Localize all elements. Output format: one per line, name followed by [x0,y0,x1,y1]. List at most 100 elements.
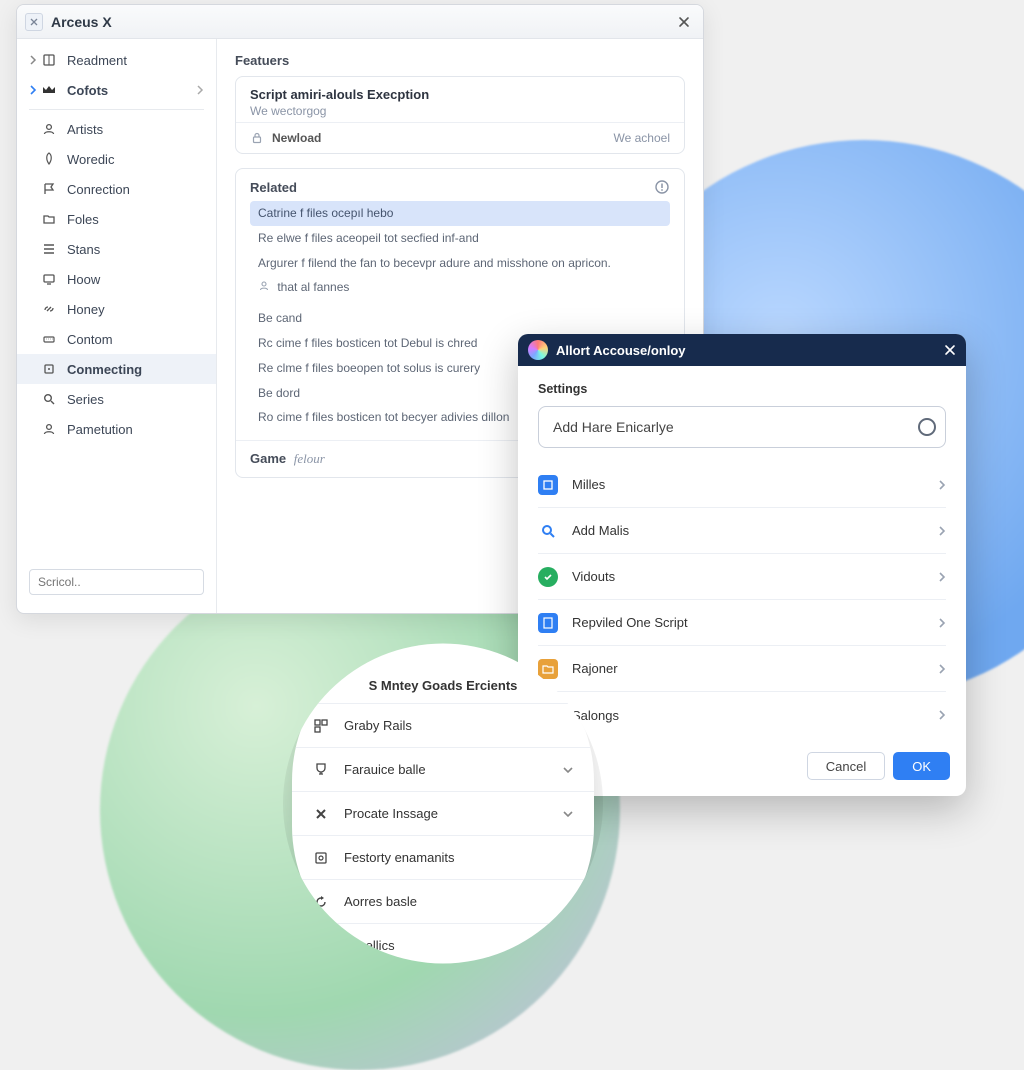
app-icon [538,475,558,495]
sidebar-item-label: Contom [67,332,113,347]
trophy-icon [312,761,330,779]
menu-item-festorty[interactable]: Festorty enamanits [292,835,594,879]
settings-row-script[interactable]: Repviled One Script [538,600,946,646]
sidebar-item-label: Honey [67,302,105,317]
sidebar-item-contom[interactable]: Contom [17,324,216,354]
sidebar-item-honey[interactable]: Honey [17,294,216,324]
log-line[interactable]: that al fannes [250,275,670,300]
settings-row-label: Rajoner [572,661,618,676]
sidebar-item-cofots[interactable]: Cofots [17,75,216,105]
menu-item-label: Aorres basle [344,894,417,909]
sidebar-item-conrection[interactable]: Conrection [17,174,216,204]
sidebar-item-label: Conrection [67,182,130,197]
modal-search-input[interactable] [538,406,946,448]
person-icon [258,280,270,292]
chevron-right-icon [938,617,946,629]
sidebar-item-stans[interactable]: Stans [17,234,216,264]
chevron-down-icon [562,810,574,818]
settings-row-label: Add Malis [572,523,629,538]
modal-title: Allort Accouse/onloy [556,343,686,358]
ok-button[interactable]: OK [893,752,950,780]
menu-item-label: Procate Inssage [344,806,438,821]
settings-modal: Allort Accouse/onloy Settings Milles Add… [518,334,966,796]
feature-card: Script amiri-alouls Execption We wectorg… [235,76,685,154]
chevron-right-icon [29,85,39,95]
sidebar-item-conmecting[interactable]: Conmecting [17,354,216,384]
chevron-right-icon [29,55,39,65]
flag-icon [41,181,57,197]
sidebar-item-series[interactable]: Series [17,384,216,414]
settings-row-add-malis[interactable]: Add Malis [538,508,946,554]
folder-icon [538,659,558,679]
settings-row-label: Repviled One Script [572,615,688,630]
settings-row-salongs[interactable]: Salongs [538,692,946,738]
user-icon [41,121,57,137]
sidebar-item-label: Readment [67,53,127,68]
keyboard-icon [41,331,57,347]
box-icon [312,849,330,867]
menu-item-procate[interactable]: Procate Inssage [292,791,594,835]
chevron-right-icon [938,663,946,675]
sidebar-item-label: Woredic [67,152,114,167]
sidebar-item-artists[interactable]: Artists [17,114,216,144]
chevron-down-icon [562,766,574,774]
modal-titlebar: Allort Accouse/onloy [518,334,966,366]
document-icon [538,613,558,633]
sidebar-item-woredic[interactable]: Woredic [17,144,216,174]
menu-item-label: Graby Rails [344,718,412,733]
chevron-right-icon [938,525,946,537]
settings-row-vidouts[interactable]: Vidouts [538,554,946,600]
menu-item-label: Festorty enamanits [344,850,455,865]
settings-row-rajoner[interactable]: Rajoner [538,646,946,692]
person-icon [41,421,57,437]
sidebar-separator [29,109,204,110]
app-logo-icon [25,13,43,31]
list-icon [41,241,57,257]
feature-card-title: Script amiri-alouls Execption [250,87,670,102]
menu-item-graby[interactable]: Graby Rails [292,703,594,747]
chevron-right-icon [938,479,946,491]
settings-row-mailles[interactable]: Milles [538,462,946,508]
chevron-right-icon [196,85,204,95]
plug-icon [41,361,57,377]
search-icon [918,418,936,436]
main-close-button[interactable] [673,11,695,33]
settings-row-label: Vidouts [572,569,615,584]
menu-item-aorres[interactable]: Aorres basle [292,879,594,923]
modal-close-button[interactable] [944,344,956,356]
rocket-icon [41,151,57,167]
link-icon [41,301,57,317]
related-heading: Related [250,180,297,195]
search-icon [538,521,558,541]
book-icon [41,52,57,68]
feature-card-footer-left: Newload [272,131,321,145]
sidebar-item-label: Artists [67,122,103,137]
chevron-right-icon [938,571,946,583]
monitor-icon [41,271,57,287]
log-line[interactable]: Catrine f files ocepıl hebo [250,201,670,226]
sidebar-item-readment[interactable]: Readment [17,45,216,75]
sidebar-item-label: Hoow [67,272,100,287]
log-line[interactable]: Re elwe f files aceopeil tot secfied inf… [250,226,670,251]
modal-logo-icon [528,340,548,360]
log-line[interactable]: Argurer f filend the fan to becevpr adur… [250,251,670,276]
sidebar-item-label: Pametution [67,422,133,437]
features-heading: Featuers [235,53,685,68]
sidebar-item-foles[interactable]: Foles [17,204,216,234]
settings-list: Milles Add Malis Vidouts Repviled One Sc… [538,462,946,738]
search-icon [41,391,57,407]
feature-card-footer-right: We achoel [614,131,670,145]
log-line[interactable]: Be cand [250,306,670,331]
settings-row-label: Milles [572,477,605,492]
sidebar-item-hoow[interactable]: Hoow [17,264,216,294]
sidebar-item-label: Conmecting [67,362,142,377]
feature-card-subtitle: We wectorgog [250,104,670,118]
sidebar-item-pametution[interactable]: Pametution [17,414,216,444]
folder-icon [41,211,57,227]
alert-icon [654,179,670,195]
sidebar-search-input[interactable] [29,569,204,595]
menu-item-farauice[interactable]: Farauice balle [292,747,594,791]
cancel-button[interactable]: Cancel [807,752,885,780]
crown-icon [41,82,57,98]
grid-icon [312,717,330,735]
